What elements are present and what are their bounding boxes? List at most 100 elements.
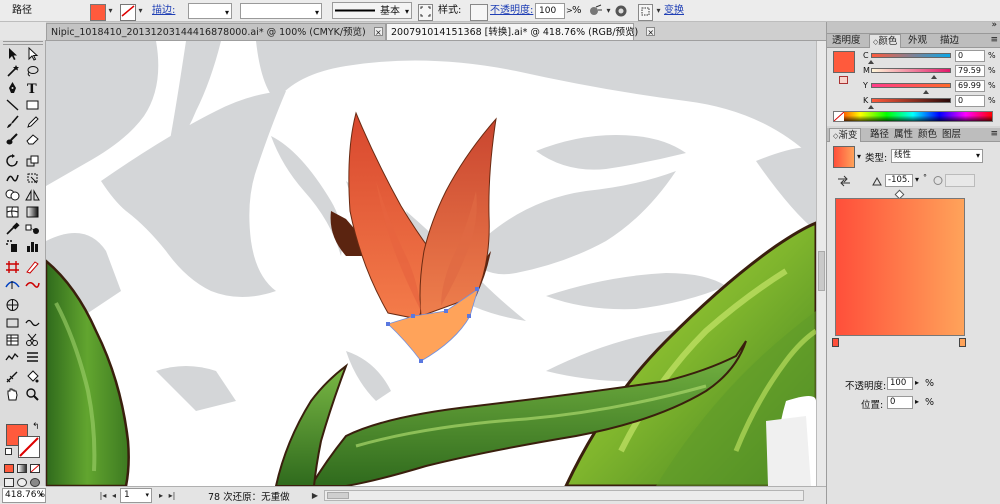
align-dropdown-arrow[interactable]: ▾ — [654, 2, 663, 19]
close-icon[interactable]: × — [373, 27, 383, 37]
gradient-preview[interactable] — [835, 198, 965, 336]
last-artboard-button[interactable]: ▸| — [167, 490, 177, 501]
perspective-icon[interactable] — [25, 188, 40, 202]
color-spectrum-bar[interactable] — [833, 111, 993, 122]
cyan-slider-handle[interactable] — [868, 60, 874, 64]
opacity-label-link[interactable]: 不透明度: — [490, 2, 533, 19]
smooth-icon[interactable] — [5, 350, 20, 364]
artboard-icon[interactable] — [5, 260, 20, 274]
fill-swatch[interactable] — [90, 4, 106, 21]
magenta-slider[interactable] — [871, 68, 951, 73]
tab-gradient[interactable]: ◇渐变 — [829, 128, 862, 142]
tab-appearance[interactable]: 外观 — [905, 34, 930, 48]
stroke-dropdown-arrow[interactable]: ▾ — [136, 2, 145, 19]
blend-icon[interactable] — [25, 222, 40, 236]
warp-icon[interactable] — [5, 171, 20, 185]
black-slider-handle[interactable] — [868, 105, 874, 109]
brush-definition-field[interactable]: 基本 ▾ — [332, 2, 412, 19]
cyan-slider[interactable] — [871, 53, 951, 58]
scale-icon[interactable] — [25, 154, 40, 168]
transform-link[interactable]: 变换 — [664, 2, 684, 19]
symbol-sprayer-icon[interactable] — [5, 239, 20, 253]
shape-builder-icon[interactable] — [5, 188, 20, 202]
artwork[interactable] — [46, 41, 816, 486]
fill-dropdown-arrow[interactable]: ▾ — [106, 2, 115, 19]
stroke-color-box[interactable] — [18, 436, 40, 458]
graphic-style-picker[interactable] — [470, 4, 488, 21]
artboard-canvas[interactable] — [46, 41, 816, 486]
draw-behind-icon[interactable] — [17, 478, 27, 487]
selection-tool-icon[interactable] — [5, 47, 20, 61]
stop-opacity-arrow[interactable]: ▸ — [915, 378, 919, 387]
out-of-gamut-warning-icon[interactable] — [839, 76, 848, 84]
stop-location-field[interactable]: 0 — [887, 396, 913, 409]
gradient-angle-field[interactable]: -105. — [885, 174, 913, 187]
artboard-number-field[interactable]: 1 ▾ — [120, 488, 152, 503]
yellow-slider-handle[interactable] — [923, 90, 929, 94]
magenta-field[interactable]: 79.59 — [955, 65, 985, 77]
vertical-scrollbar[interactable] — [816, 41, 826, 486]
gradient-type-select[interactable]: 线性 ▾ — [891, 149, 983, 163]
color-mode-icon[interactable] — [4, 464, 14, 473]
first-artboard-button[interactable]: |◂ — [98, 490, 108, 501]
scissors-icon[interactable] — [25, 333, 40, 347]
scrollbar-thumb[interactable] — [818, 251, 825, 291]
cyan-field[interactable]: 0 — [955, 50, 985, 62]
document-setup-icon[interactable] — [418, 4, 433, 21]
reverse-gradient-icon[interactable] — [837, 175, 851, 187]
color-fill-swatch[interactable] — [833, 51, 855, 73]
yellow-field[interactable]: 69.99 — [955, 80, 985, 92]
tab-transparency[interactable]: 透明度 — [829, 34, 864, 48]
slice-icon[interactable] — [25, 260, 40, 274]
screen-mode-icon[interactable] — [30, 478, 40, 487]
gradient-stop-end[interactable] — [959, 338, 966, 347]
magenta-slider-handle[interactable] — [931, 75, 937, 79]
hand-icon[interactable] — [5, 387, 20, 401]
column-graph-icon[interactable] — [25, 239, 40, 253]
recolor-dropdown-arrow[interactable]: ▾ — [604, 2, 613, 19]
default-colors-icon[interactable] — [5, 448, 12, 455]
gradient-stop-start[interactable] — [832, 338, 839, 347]
stop-location-arrow[interactable]: ▸ — [915, 397, 919, 406]
close-icon[interactable]: × — [646, 27, 656, 37]
swap-fill-stroke-icon[interactable]: ↰ — [32, 422, 40, 432]
zoom-field[interactable]: 418.76% ▾ — [2, 488, 46, 503]
chart-table-icon[interactable] — [5, 333, 20, 347]
pencil-icon[interactable] — [25, 115, 40, 129]
zoom-icon[interactable] — [25, 387, 40, 401]
rotate-icon[interactable] — [5, 154, 20, 168]
paint-bucket-icon[interactable] — [25, 370, 40, 384]
stroke-weight-field[interactable]: ▾ — [188, 3, 232, 19]
reshape-icon[interactable] — [25, 277, 40, 291]
tab-attributes[interactable]: 属性 — [891, 128, 916, 142]
prev-artboard-button[interactable]: ◂ — [109, 490, 119, 501]
toolbox-grip[interactable] — [3, 41, 43, 45]
paintbrush-icon[interactable] — [5, 115, 20, 129]
tab-pathfinder[interactable]: 路径 — [867, 128, 892, 142]
measure-icon[interactable] — [5, 370, 20, 384]
tab-color[interactable]: ◇颜色 — [869, 34, 902, 48]
recolor-artwork-icon[interactable] — [588, 4, 603, 21]
blob-brush-icon[interactable] — [5, 132, 20, 146]
gradient-thumbnail-dropdown[interactable]: ▾ — [857, 152, 861, 161]
width-tool-icon[interactable] — [5, 277, 20, 291]
gradient-mode-icon[interactable] — [17, 464, 27, 473]
document-tab-2[interactable]: 20079101415136​8 [转换].ai* @ 418.76% (RGB… — [386, 23, 656, 40]
stroke-label-link[interactable]: 描边: — [152, 2, 175, 19]
panel-menu-icon[interactable]: ≡ — [990, 35, 998, 45]
isolate-group-icon[interactable] — [614, 4, 628, 21]
black-slider[interactable] — [871, 98, 951, 103]
gradient-icon[interactable] — [25, 205, 40, 219]
lasso-icon[interactable] — [25, 64, 40, 78]
draw-normal-icon[interactable] — [4, 478, 14, 487]
eyedropper-icon[interactable] — [5, 222, 20, 236]
stop-opacity-field[interactable]: 100 — [887, 377, 913, 390]
gradient-thumbnail[interactable] — [833, 146, 855, 168]
next-artboard-button[interactable]: ▸ — [156, 490, 166, 501]
tab-stroke[interactable]: 描边 — [937, 34, 962, 48]
eraser-icon[interactable] — [25, 132, 40, 146]
rectangle-grid-icon[interactable] — [5, 316, 20, 330]
tab-layers[interactable]: 图层 — [939, 128, 964, 142]
black-field[interactable]: 0 — [955, 95, 985, 107]
none-mode-icon[interactable] — [30, 464, 40, 473]
